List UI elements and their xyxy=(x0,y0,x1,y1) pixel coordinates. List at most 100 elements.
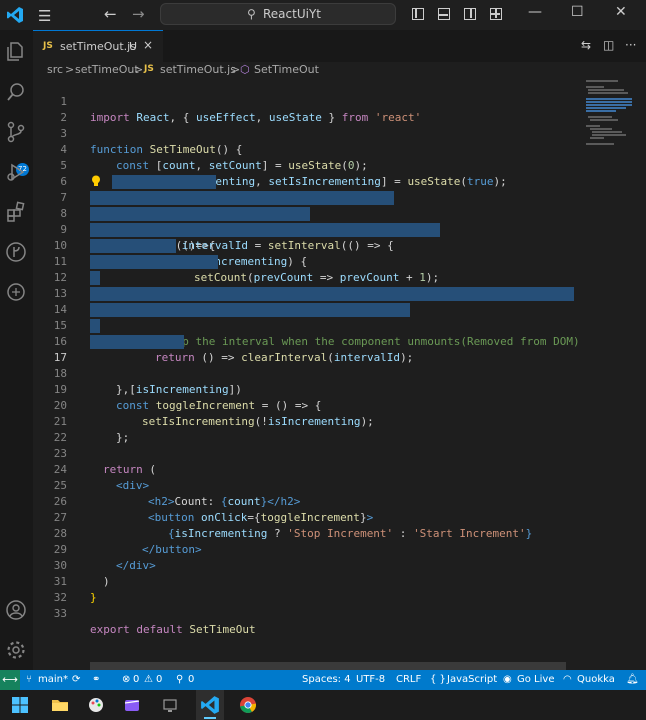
remote-indicator-icon[interactable]: ⟷ xyxy=(0,670,20,690)
code-line: 11 } xyxy=(33,238,584,300)
editor-tab-bar: JS setTimeOut.js U × ⇆ ◫ ··· xyxy=(33,30,646,62)
settings-gear-icon[interactable] xyxy=(4,638,28,662)
split-editor-icon[interactable]: ◫ xyxy=(603,38,614,52)
open-changes-icon[interactable]: ⇆ xyxy=(581,38,591,52)
more-actions-icon[interactable]: ··· xyxy=(625,38,636,52)
search-text: ReactUiYt xyxy=(263,7,321,21)
lightbulb-icon[interactable] xyxy=(91,175,101,187)
language-mode[interactable]: JavaScript xyxy=(447,674,497,685)
selection-highlight xyxy=(90,335,184,349)
customize-layout-icon[interactable] xyxy=(490,8,502,20)
sync-icon[interactable]: ⟳ xyxy=(72,674,80,685)
forward-arrow-icon[interactable]: → xyxy=(132,5,145,23)
breadcrumb-folder[interactable]: setTimeOut xyxy=(75,63,139,76)
code-line: 2 xyxy=(33,94,584,124)
quokka-button[interactable]: Quokka xyxy=(577,674,615,685)
source-control-icon[interactable] xyxy=(4,120,28,144)
vscode-taskbar-icon[interactable] xyxy=(200,695,220,715)
code-line: 5 const [isIncrementing, setIsIncrementi… xyxy=(33,142,584,188)
code-line: 30 ) xyxy=(33,542,584,588)
extensions-icon[interactable] xyxy=(4,200,28,224)
ports-count[interactable]: 0 xyxy=(188,674,194,685)
code-line: 22 xyxy=(33,414,584,444)
code-line: 3 function SetTimeOut() { xyxy=(33,110,584,156)
code-editor[interactable]: 1 import React, { useEffect, useState } … xyxy=(33,78,584,668)
end-of-line[interactable]: CRLF xyxy=(396,674,421,685)
windows-taskbar xyxy=(0,690,646,720)
code-line: 8 const intervalId = setInterval(() => { xyxy=(33,190,584,252)
explorer-icon[interactable] xyxy=(4,40,28,64)
indentation[interactable]: Spaces: 4 xyxy=(302,674,351,685)
selection-highlight xyxy=(90,287,574,301)
paint-icon[interactable] xyxy=(86,695,106,715)
selection-highlight xyxy=(90,303,410,317)
vscode-logo-icon[interactable] xyxy=(6,6,24,24)
account-icon[interactable] xyxy=(4,598,28,622)
breadcrumb-separator: > xyxy=(134,63,144,76)
code-line: 13 xyxy=(33,270,584,300)
code-line: 32 xyxy=(33,574,584,604)
toggle-primary-sidebar-icon[interactable] xyxy=(412,8,424,20)
encoding[interactable]: UTF-8 xyxy=(356,674,385,685)
selection-highlight xyxy=(90,319,100,333)
maximize-icon[interactable]: ☐ xyxy=(571,4,584,20)
selection-highlight xyxy=(90,271,100,285)
windows-start-icon[interactable] xyxy=(10,695,30,715)
untracked-marker: U xyxy=(129,40,138,53)
minimize-icon[interactable]: — xyxy=(528,4,542,20)
go-live-icon: ◉ xyxy=(503,674,512,685)
git-graph-status-icon[interactable]: ⚭ xyxy=(92,674,100,685)
git-graph-icon[interactable] xyxy=(4,240,28,264)
quokka-icon: ◠ xyxy=(563,674,572,685)
code-line: 28 </button> xyxy=(33,510,584,556)
branch-indicator[interactable]: main* xyxy=(38,674,68,685)
breadcrumb-symbol[interactable]: SetTimeOut xyxy=(254,63,319,76)
selection-highlight xyxy=(90,223,440,237)
warning-count[interactable]: 0 xyxy=(156,674,162,685)
code-line: 14 // Clean up the interval when the com… xyxy=(33,286,584,348)
file-explorer-icon[interactable] xyxy=(50,695,70,715)
breadcrumb-src[interactable]: src xyxy=(47,63,63,76)
code-line: 20 setIsIncrementing(!isIncrementing); xyxy=(33,382,584,428)
run-debug-icon[interactable] xyxy=(4,160,28,184)
symbol-method-icon: ⬡ xyxy=(240,63,250,76)
status-bar: ⟷ ⑂ main* ⟳ ⚭ ⊗ 0 ⚠ 0 ⚲ 0 Spaces: 4 UTF-… xyxy=(0,670,646,690)
toggle-secondary-sidebar-icon[interactable] xyxy=(464,8,476,20)
menu-icon[interactable]: ☰ xyxy=(38,7,51,25)
js-file-icon: JS xyxy=(43,41,53,51)
chrome-icon[interactable] xyxy=(238,695,258,715)
code-line: 4 const [count, setCount] = useState(0); xyxy=(33,126,584,172)
clipchamp-icon[interactable] xyxy=(122,695,142,715)
go-live-button[interactable]: Go Live xyxy=(517,674,554,685)
close-tab-icon[interactable]: × xyxy=(143,38,153,52)
close-icon[interactable]: ✕ xyxy=(615,4,627,20)
tab-settimeout-js[interactable]: JS setTimeOut.js U × xyxy=(33,30,163,62)
js-file-icon: JS xyxy=(144,64,154,74)
command-center-search[interactable]: ⚲ ReactUiYt xyxy=(160,3,396,25)
code-line: 33 export default SetTimeOut xyxy=(33,590,584,636)
warning-icon: ⚠ xyxy=(144,674,153,685)
code-line: 9 if (isIncrementing) { xyxy=(33,206,584,268)
code-line: 18 xyxy=(33,350,584,380)
notifications-bell-icon[interactable]: 🔔︎ xyxy=(626,674,639,685)
toggle-panel-icon[interactable] xyxy=(438,8,450,20)
error-count[interactable]: 0 xyxy=(133,674,139,685)
activity-bar: 72 xyxy=(0,30,33,670)
code-line-active: 17 },[isIncrementing]) xyxy=(33,334,584,396)
code-line: 19 const toggleIncrement = () => { xyxy=(33,366,584,412)
error-icon: ⊗ xyxy=(122,674,131,685)
remote-explorer-icon[interactable] xyxy=(4,280,28,304)
horizontal-scrollbar[interactable] xyxy=(90,662,566,670)
code-line: 10 setCount(prevCount => prevCount + 1); xyxy=(33,222,584,284)
ports-icon: ⚲ xyxy=(176,674,184,685)
breadcrumb-separator: > xyxy=(65,63,75,76)
minimap[interactable] xyxy=(584,78,636,168)
code-line: 6 xyxy=(33,158,584,188)
breadcrumb-file[interactable]: setTimeOut.js xyxy=(160,63,236,76)
code-line: 27 {isIncrementing ? 'Stop Increment' : … xyxy=(33,494,584,540)
back-arrow-icon[interactable]: ← xyxy=(104,5,117,23)
app-icon[interactable] xyxy=(160,695,180,715)
branch-icon: ⑂ xyxy=(26,674,32,685)
search-icon[interactable] xyxy=(4,80,28,104)
code-line: 1 import React, { useEffect, useState } … xyxy=(33,78,584,124)
